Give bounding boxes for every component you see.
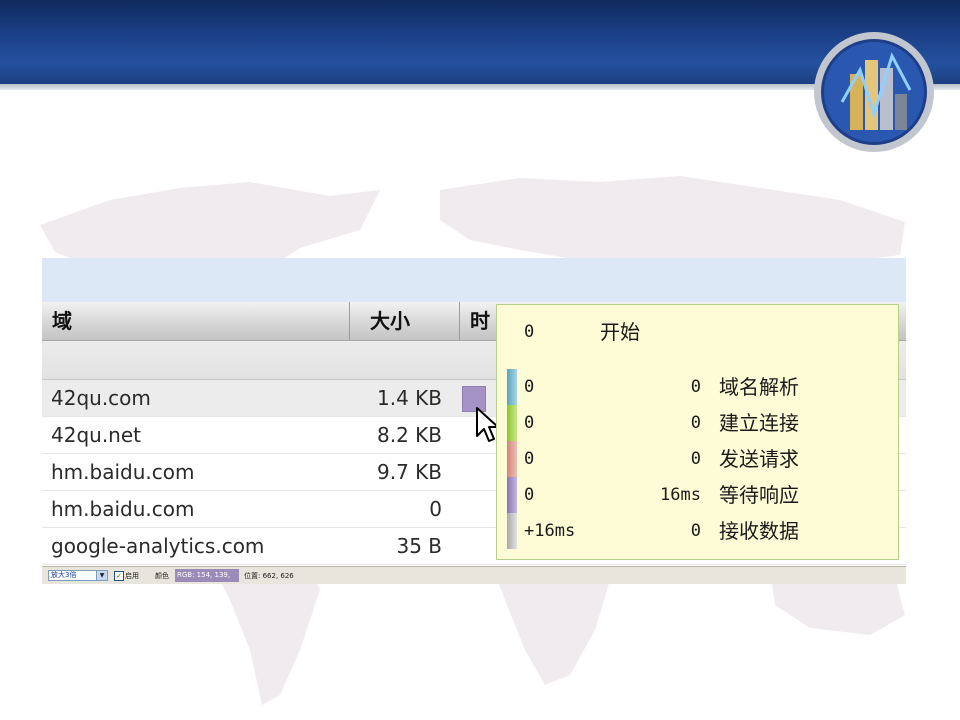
row-domain: google-analytics.com [51, 534, 265, 558]
row-domain: 42qu.com [51, 386, 151, 410]
row-size: 9.7 KB [377, 460, 442, 484]
receive-offset: +16ms [524, 521, 576, 541]
position-readout: 位置: 662, 626 [244, 572, 294, 580]
chart-logo-icon [814, 32, 934, 152]
row-size: 35 B [396, 534, 442, 558]
connect-label: 建立连接 [719, 411, 799, 435]
row-domain: hm.baidu.com [51, 497, 195, 521]
dns-duration: 0 [690, 377, 701, 397]
send-duration: 0 [690, 449, 701, 469]
tooltip-start-row: 0 开始 [497, 315, 898, 349]
enable-checkbox[interactable]: ✓ [114, 571, 124, 581]
tooltip-row-wait: 0 16ms 等待响应 [497, 477, 898, 513]
status-bar: 放大3倍 ▼ ✓ 启用 颜色 RGB: 154, 139, 184 位置: 66… [42, 566, 906, 584]
timing-tooltip: 0 开始 0 0 域名解析 0 0 建立连接 0 0 发送请求 0 16ms 等… [496, 304, 899, 560]
wait-offset: 0 [524, 485, 535, 505]
zoom-select-value: 放大3倍 [51, 571, 77, 579]
tooltip-row-receive: +16ms 0 接收数据 [497, 513, 898, 549]
panel-toolbar-area [42, 258, 906, 302]
receive-color-swatch [507, 513, 517, 549]
receive-label: 接收数据 [719, 519, 799, 543]
dns-label: 域名解析 [719, 375, 799, 399]
row-size: 0 [429, 497, 442, 521]
wait-label: 等待响应 [719, 483, 799, 507]
start-value: 0 [524, 322, 535, 342]
tooltip-row-dns: 0 0 域名解析 [497, 369, 898, 405]
connect-offset: 0 [524, 413, 535, 433]
row-domain: 42qu.net [51, 423, 141, 447]
tooltip-row-send: 0 0 发送请求 [497, 441, 898, 477]
wait-color-swatch [507, 477, 517, 513]
wait-duration: 16ms [660, 485, 701, 505]
tooltip-row-connect: 0 0 建立连接 [497, 405, 898, 441]
column-header-size[interactable]: 大小 [350, 302, 460, 340]
dns-offset: 0 [524, 377, 535, 397]
chevron-down-icon[interactable]: ▼ [96, 571, 107, 580]
send-offset: 0 [524, 449, 535, 469]
connect-duration: 0 [690, 413, 701, 433]
start-label: 开始 [600, 320, 640, 344]
column-header-domain[interactable]: 域 [42, 302, 350, 340]
zoom-select[interactable]: 放大3倍 ▼ [48, 570, 108, 581]
row-size: 8.2 KB [377, 423, 442, 447]
send-label: 发送请求 [719, 447, 799, 471]
color-label: 颜色 [155, 572, 169, 580]
row-size: 1.4 KB [377, 386, 442, 410]
enable-label: 启用 [125, 572, 139, 580]
row-domain: hm.baidu.com [51, 460, 195, 484]
dns-color-swatch [507, 369, 517, 405]
connect-color-swatch [507, 405, 517, 441]
receive-duration: 0 [690, 521, 701, 541]
send-color-swatch [507, 441, 517, 477]
color-value-swatch: RGB: 154, 139, 184 [175, 569, 239, 582]
